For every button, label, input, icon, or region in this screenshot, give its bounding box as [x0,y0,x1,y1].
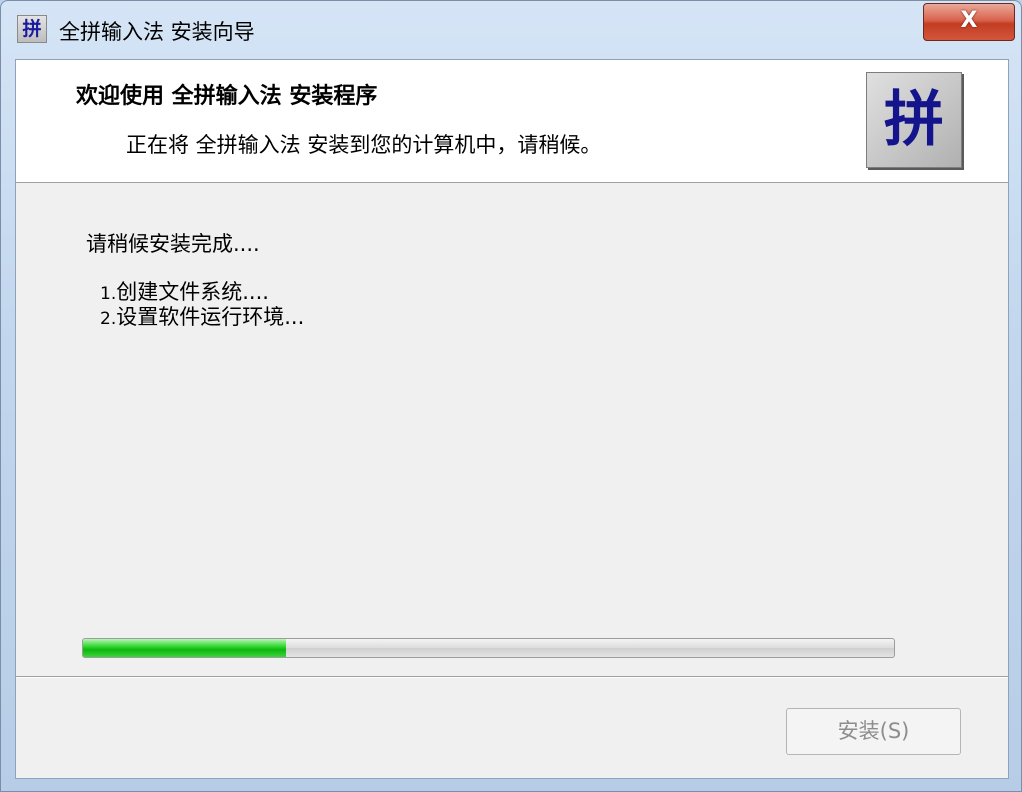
wizard-panel: 欢迎使用 全拼输入法 安装程序 正在将 全拼输入法 安装到您的计算机中，请稍候。… [15,59,1009,779]
pinyin-app-icon[interactable]: 拼 [17,15,47,43]
close-icon: X [960,8,978,33]
progress-bar-fill [83,639,286,657]
window-title: 全拼输入法 安装向导 [59,20,255,44]
install-button[interactable]: 安装(S) [786,708,961,755]
title-bar[interactable]: 拼 全拼输入法 安装向导 X [1,1,1021,53]
wizard-header: 欢迎使用 全拼输入法 安装程序 正在将 全拼输入法 安装到您的计算机中，请稍候。… [16,60,1008,183]
step-label: 创建文件系统.... [116,280,269,304]
install-progress-bar [82,638,895,658]
install-step-1: 1.创建文件系统.... [100,280,269,306]
step-number: 1. [100,284,117,304]
install-step-2: 2.设置软件运行环境... [100,305,304,331]
installer-window: 拼 全拼输入法 安装向导 X 欢迎使用 全拼输入法 安装程序 正在将 全拼输入法… [0,0,1022,792]
step-label: 设置软件运行环境... [116,305,305,329]
pinyin-logo-icon: 拼 [866,72,962,168]
install-status-text: 请稍候安装完成.... [86,232,260,256]
footer-separator [16,676,1008,678]
header-subtitle: 正在将 全拼输入法 安装到您的计算机中，请稍候。 [126,133,602,157]
header-title: 欢迎使用 全拼输入法 安装程序 [76,84,378,109]
close-button[interactable]: X [923,3,1015,41]
step-number: 2. [100,309,117,329]
